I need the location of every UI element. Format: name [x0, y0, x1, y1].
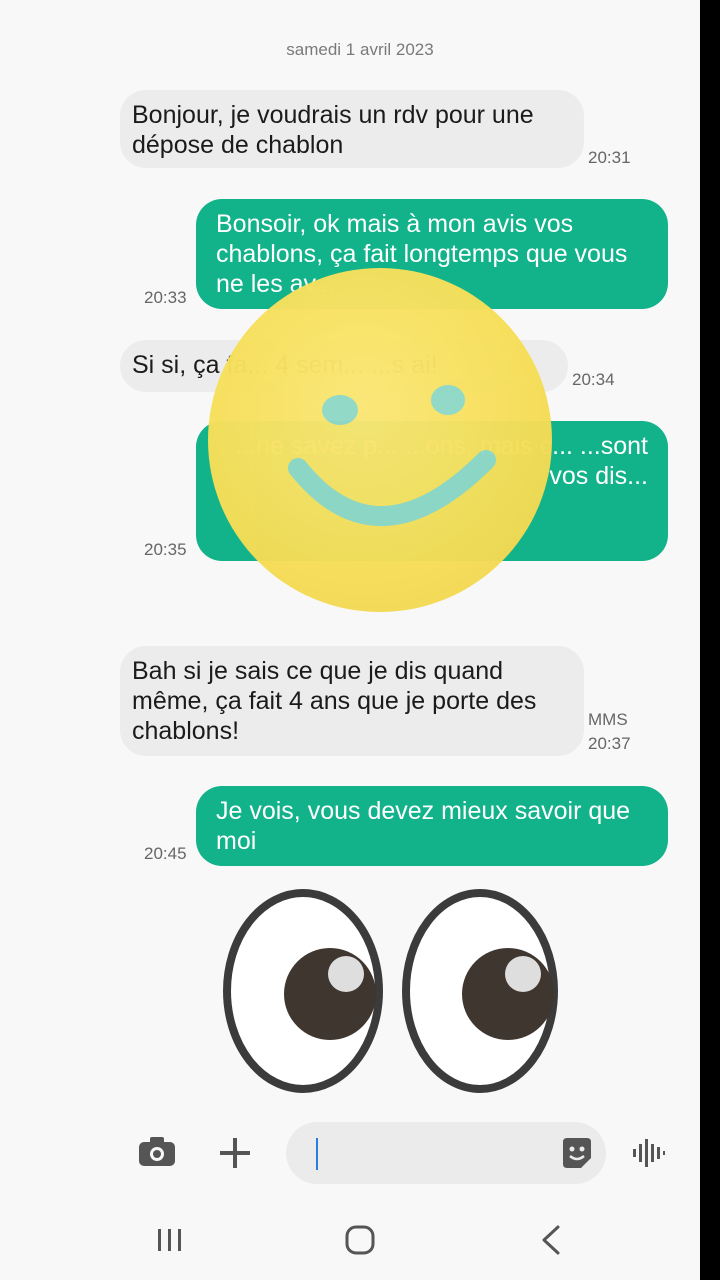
message-input[interactable] [286, 1122, 606, 1184]
message-incoming[interactable]: Bah si je sais ce que je dis quand même,… [120, 646, 584, 756]
message-time: 20:45 [144, 844, 187, 863]
smiley-face-icon [288, 385, 496, 526]
text-cursor [316, 1138, 318, 1170]
eyes-emoji[interactable] [218, 886, 568, 1096]
message-time: 20:34 [572, 370, 615, 389]
home-icon[interactable] [344, 1224, 376, 1261]
sticker-icon[interactable] [560, 1136, 594, 1175]
camera-icon[interactable] [138, 1136, 176, 1173]
smiley-sticker [208, 268, 552, 612]
message-text: Bonjour, je voudrais un rdv pour une dép… [132, 101, 534, 159]
recents-icon[interactable] [156, 1226, 184, 1259]
plus-icon[interactable] [218, 1136, 252, 1175]
mms-badge: MMS [588, 710, 628, 729]
message-time: 20:35 [144, 540, 187, 559]
message-incoming[interactable]: Bonjour, je voudrais un rdv pour une dép… [120, 90, 584, 168]
voice-icon[interactable] [632, 1138, 666, 1173]
message-outgoing[interactable]: Je vois, vous devez mieux savoir que moi [196, 786, 668, 866]
date-header: samedi 1 avril 2023 [286, 40, 434, 59]
back-icon[interactable] [538, 1224, 564, 1261]
message-time: 20:31 [588, 148, 631, 167]
message-text: Bah si je sais ce que je dis quand même,… [132, 657, 537, 745]
chat-screen: samedi 1 avril 2023 Bonjour, je voudrais… [0, 0, 700, 1280]
message-time: 20:33 [144, 288, 187, 307]
message-text: Je vois, vous devez mieux savoir que moi [216, 797, 631, 855]
message-time: 20:37 [588, 734, 631, 753]
